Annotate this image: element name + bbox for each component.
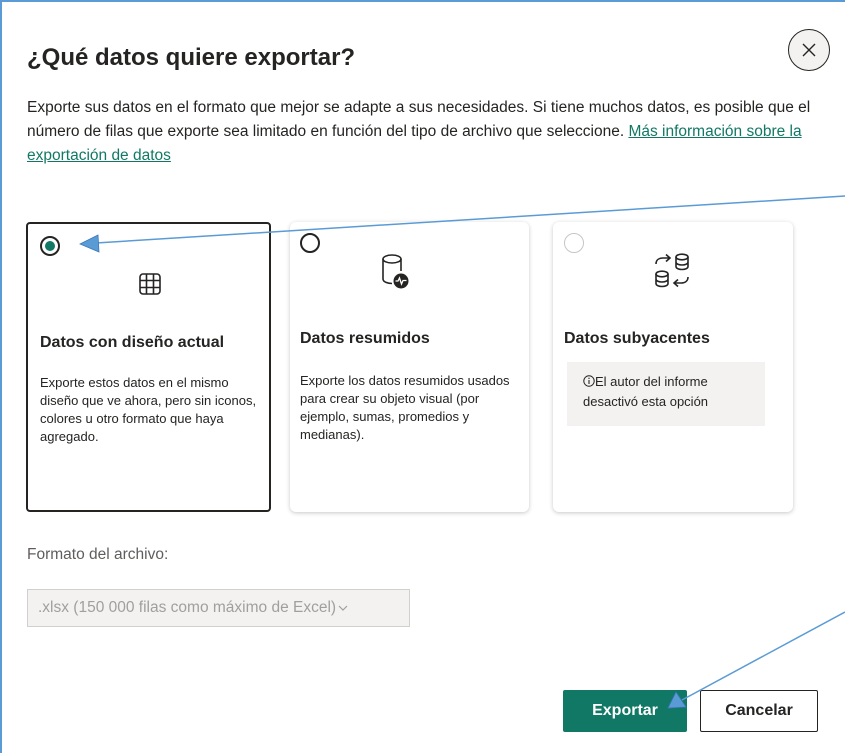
window-left-border xyxy=(0,0,2,753)
option-title: Datos con diseño actual xyxy=(40,334,225,351)
database-swap-icon xyxy=(655,253,689,288)
radio-underlying xyxy=(564,233,584,253)
chevron-down-icon xyxy=(338,604,348,612)
option-title: Datos resumidos xyxy=(300,330,430,347)
window-top-border xyxy=(0,0,845,2)
export-button[interactable]: Exportar xyxy=(563,690,687,732)
file-format-value: .xlsx (150 000 filas como máximo de Exce… xyxy=(38,599,337,616)
cancel-button[interactable]: Cancelar xyxy=(700,690,818,732)
radio-summarized[interactable] xyxy=(300,233,320,253)
disabled-note-text: El autor del informe desactivó esta opci… xyxy=(583,374,709,409)
option-card-underlying: Datos subyacentes El autor del informe d… xyxy=(553,222,793,512)
close-icon xyxy=(802,43,816,57)
dialog-title: ¿Qué datos quiere exportar? xyxy=(27,44,356,71)
disabled-note: El autor del informe desactivó esta opci… xyxy=(567,362,765,426)
option-title: Datos subyacentes xyxy=(564,330,710,347)
option-card-current-layout[interactable]: Datos con diseño actual Exporte estos da… xyxy=(26,222,271,512)
info-icon xyxy=(583,375,595,387)
database-chart-icon xyxy=(382,254,409,289)
close-button[interactable] xyxy=(788,29,830,71)
option-description: Exporte los datos resumidos usados para … xyxy=(300,373,510,442)
option-card-summarized[interactable]: Datos resumidos Exporte los datos resumi… xyxy=(290,222,529,512)
file-format-label: Formato del archivo: xyxy=(27,546,169,563)
file-format-dropdown[interactable]: .xlsx (150 000 filas como máximo de Exce… xyxy=(27,589,410,627)
radio-current-layout[interactable] xyxy=(40,236,60,256)
annotation-arrow-to-export xyxy=(681,611,845,701)
table-icon xyxy=(139,273,161,295)
option-description: Exporte estos datos en el mismo diseño q… xyxy=(40,375,257,444)
dialog-description: Exporte sus datos en el formato que mejo… xyxy=(27,96,817,168)
